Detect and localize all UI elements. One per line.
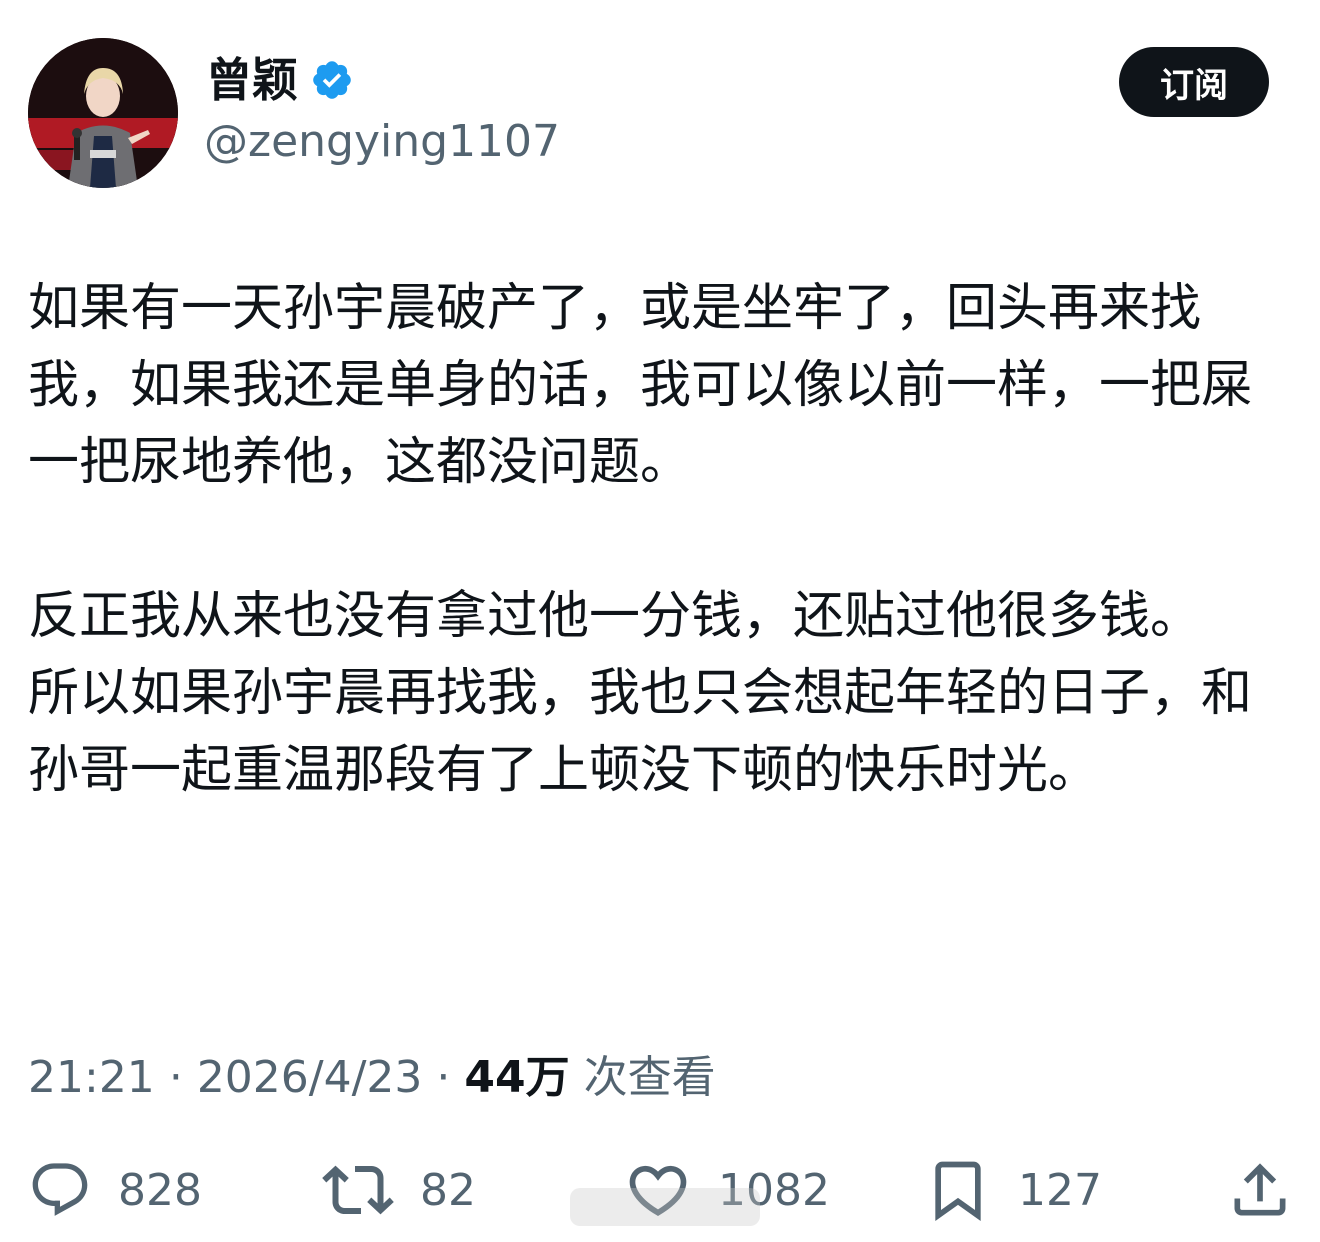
avatar[interactable] (28, 38, 178, 188)
display-name[interactable]: 曾颖 (206, 57, 298, 103)
tweet-time[interactable]: 21:21 (28, 1052, 155, 1103)
meta-separator: · (168, 1052, 183, 1103)
avatar-image (28, 38, 178, 188)
views-count[interactable]: 44万 (464, 1052, 569, 1103)
user-handle[interactable]: @zengying1107 (204, 117, 560, 166)
bookmark-button[interactable]: 127 (924, 1150, 1102, 1230)
reply-button[interactable]: 828 (28, 1150, 202, 1230)
meta-separator: · (436, 1052, 451, 1103)
share-button[interactable] (1226, 1150, 1294, 1230)
retweet-button[interactable]: 82 (322, 1150, 476, 1230)
retweet-icon (322, 1165, 394, 1215)
reply-count: 828 (118, 1164, 202, 1216)
name-row: 曾颖 (206, 50, 354, 110)
verified-badge-icon (310, 58, 354, 102)
retweet-count: 82 (420, 1164, 476, 1216)
reply-icon (32, 1163, 88, 1216)
subscribe-button[interactable]: 订阅 (1119, 47, 1269, 117)
tweet-paragraph-1: 如果有一天孙宇晨破产了，或是坐牢了，回头再来找我，如果我还是单身的话，我可以像以… (28, 279, 1253, 492)
tweet-date[interactable]: 2026/4/23 (197, 1052, 423, 1103)
tweet-paragraph-3: 所以如果孙宇晨再找我，我也只会想起年轻的日子，和孙哥一起重温那段有了上顿没下顿的… (28, 664, 1253, 800)
tweet-meta: 21:21 · 2026/4/23 · 44万 次查看 (28, 1048, 716, 1108)
bookmark-count: 127 (1018, 1164, 1102, 1216)
tweet-text: 如果有一天孙宇晨破产了，或是坐牢了，回头再来找我，如果我还是单身的话，我可以像以… (28, 270, 1290, 809)
tweet-page: 曾颖 @zengying1107 订阅 如果有一天孙宇晨破产了，或是坐牢了，回头… (0, 0, 1320, 1242)
image-watermark (570, 1188, 760, 1226)
tweet-paragraph-2: 反正我从来也没有拿过他一分钱，还贴过他很多钱。 (28, 587, 1202, 646)
share-icon (1234, 1163, 1286, 1216)
views-label: 次查看 (583, 1052, 716, 1103)
bookmark-icon (935, 1161, 981, 1221)
